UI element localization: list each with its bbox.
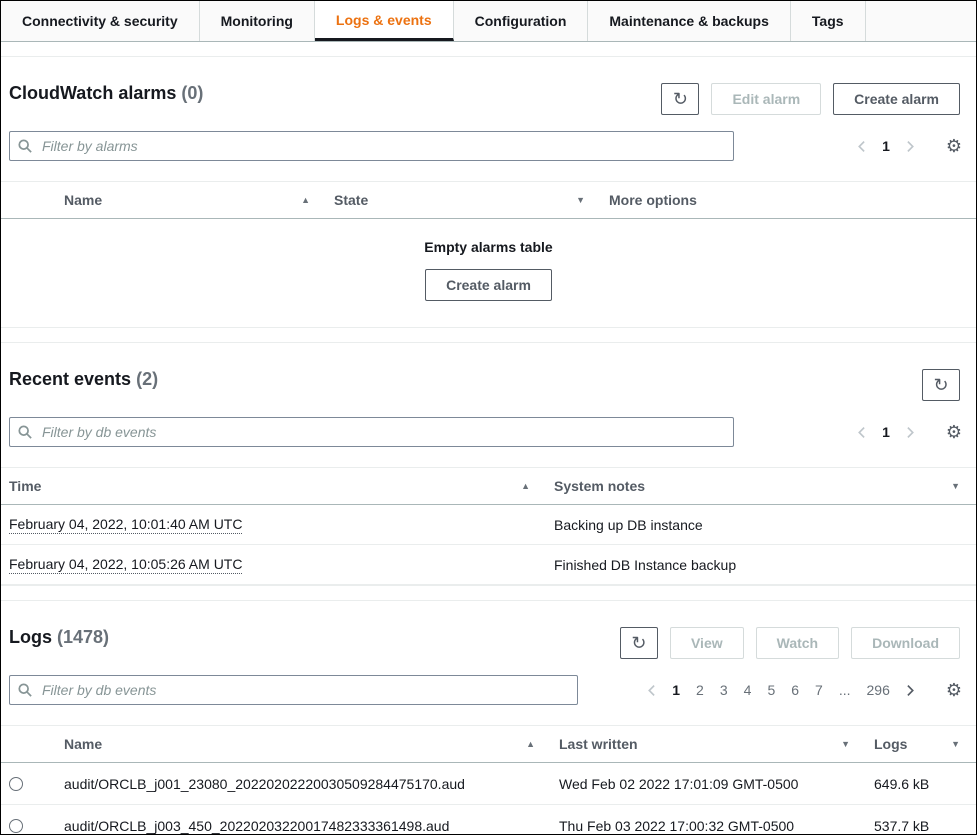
chevron-right-icon[interactable] [898,134,922,158]
logs-name-column-header[interactable]: Name ▲ [56,736,551,752]
sort-descending-icon: ▼ [841,739,850,749]
chevron-right-icon[interactable] [898,678,922,702]
watch-log-button[interactable]: Watch [756,627,839,659]
log-radio-button[interactable] [9,777,23,791]
tab-logs-events[interactable]: Logs & events [315,1,454,41]
logs-page-4[interactable]: 4 [736,682,760,698]
tab-monitoring[interactable]: Monitoring [200,1,315,41]
events-count: (2) [136,369,158,389]
alarms-page-1[interactable]: 1 [874,138,898,154]
recent-events-section: Recent events (2) ↻ 1 [1,342,976,586]
logs-page-5[interactable]: 5 [759,682,783,698]
chevron-left-icon[interactable] [850,420,874,444]
tab-configuration[interactable]: Configuration [454,1,589,41]
chevron-right-icon[interactable] [898,420,922,444]
section-title-text: Recent events [9,369,131,389]
events-filter [9,417,734,447]
logs-title: Logs (1478) [9,627,109,648]
log-radio-button[interactable] [9,819,23,833]
logs-page-ellipsis: ... [831,682,859,698]
alarms-pagination: 1 ⚙ [850,134,962,158]
refresh-icon: ↻ [673,90,688,108]
log-file-name: audit/ORCLB_j003_450_2022020322001748233… [56,818,551,834]
alarms-filter [9,131,734,161]
empty-alarms-message: Empty alarms table [1,239,976,255]
events-refresh-button[interactable]: ↻ [922,369,960,401]
alarms-refresh-button[interactable]: ↻ [661,83,699,115]
refresh-icon: ↻ [631,634,646,652]
logs-page-7[interactable]: 7 [807,682,831,698]
refresh-icon: ↻ [933,376,948,394]
alarms-settings-gear-icon[interactable]: ⚙ [946,137,962,155]
sort-descending-icon: ▼ [951,739,960,749]
logs-page-2[interactable]: 2 [688,682,712,698]
alarms-count: (0) [181,83,203,103]
log-last-written: Wed Feb 02 2022 17:01:09 GMT-0500 [551,776,866,792]
events-pagination: 1 ⚙ [850,420,962,444]
edit-alarm-button[interactable]: Edit alarm [711,83,821,115]
sort-ascending-icon: ▲ [526,739,535,749]
logs-filter [9,675,578,705]
download-log-button[interactable]: Download [851,627,960,659]
logs-table: Name ▲ Last written ▼ Logs ▼ audit/ORCLB… [1,725,976,835]
tab-bar: Connectivity & security Monitoring Logs … [1,1,976,42]
sort-descending-icon: ▼ [951,481,960,491]
alarms-state-column-header[interactable]: State ▼ [326,192,601,208]
logs-page-3[interactable]: 3 [712,682,736,698]
view-log-button[interactable]: View [670,627,744,659]
events-table: Time ▲ System notes ▼ February 04, 2022,… [1,467,976,585]
section-title-text: CloudWatch alarms [9,83,176,103]
cloudwatch-alarms-section: CloudWatch alarms (0) ↻ Edit alarm Creat… [1,56,976,328]
chevron-left-icon[interactable] [640,678,664,702]
empty-state-create-alarm-button[interactable]: Create alarm [425,269,552,301]
log-size: 537.7 kB [866,818,976,834]
alarms-more-options-column-header: More options [601,192,976,208]
sort-descending-icon: ▼ [576,195,585,205]
events-page-1[interactable]: 1 [874,424,898,440]
event-notes: Finished DB Instance backup [546,557,976,573]
events-system-notes-column-header[interactable]: System notes ▼ [546,478,976,494]
sort-ascending-icon: ▲ [521,481,530,491]
events-settings-gear-icon[interactable]: ⚙ [946,423,962,441]
recent-events-title: Recent events (2) [9,369,158,390]
log-size: 649.6 kB [866,776,976,792]
logs-filter-input[interactable] [9,675,578,705]
logs-count: (1478) [57,627,109,647]
cloudwatch-alarms-title: CloudWatch alarms (0) [9,83,203,104]
logs-size-column-header[interactable]: Logs ▼ [866,736,976,752]
event-time: February 04, 2022, 10:05:26 AM UTC [9,556,242,574]
alarms-empty-state: Empty alarms table Create alarm [1,219,976,327]
tab-tags[interactable]: Tags [791,1,866,41]
section-title-text: Logs [9,627,52,647]
event-time: February 04, 2022, 10:01:40 AM UTC [9,516,242,534]
alarms-table: Name ▲ State ▼ More options Empty alarms… [1,181,976,327]
logs-page-296[interactable]: 296 [859,682,898,698]
alarms-name-column-header[interactable]: Name ▲ [56,192,326,208]
tab-bar-filler [866,1,976,41]
logs-pagination: 1 2 3 4 5 6 7 ... 296 ⚙ [640,678,962,702]
event-notes: Backing up DB instance [546,517,976,533]
create-alarm-button[interactable]: Create alarm [833,83,960,115]
chevron-left-icon[interactable] [850,134,874,158]
event-row: February 04, 2022, 10:05:26 AM UTC Finis… [1,545,976,585]
log-last-written: Thu Feb 03 2022 17:00:32 GMT-0500 [551,818,866,834]
tab-connectivity-security[interactable]: Connectivity & security [1,1,200,41]
sort-ascending-icon: ▲ [301,195,310,205]
log-row: audit/ORCLB_j003_450_2022020322001748233… [1,805,976,835]
event-row: February 04, 2022, 10:01:40 AM UTC Backi… [1,505,976,545]
events-filter-input[interactable] [9,417,734,447]
logs-page-1[interactable]: 1 [664,682,688,698]
rds-instance-details-panel: Connectivity & security Monitoring Logs … [0,0,977,835]
tab-maintenance-backups[interactable]: Maintenance & backups [588,1,791,41]
logs-page-6[interactable]: 6 [783,682,807,698]
log-file-name: audit/ORCLB_j001_23080_20220202220030509… [56,776,551,792]
events-time-column-header[interactable]: Time ▲ [1,478,546,494]
logs-section: Logs (1478) ↻ View Watch Download [1,600,976,835]
logs-refresh-button[interactable]: ↻ [620,627,658,659]
logs-last-written-column-header[interactable]: Last written ▼ [551,736,866,752]
alarms-filter-input[interactable] [9,131,734,161]
logs-settings-gear-icon[interactable]: ⚙ [946,681,962,699]
log-row: audit/ORCLB_j001_23080_20220202220030509… [1,763,976,805]
